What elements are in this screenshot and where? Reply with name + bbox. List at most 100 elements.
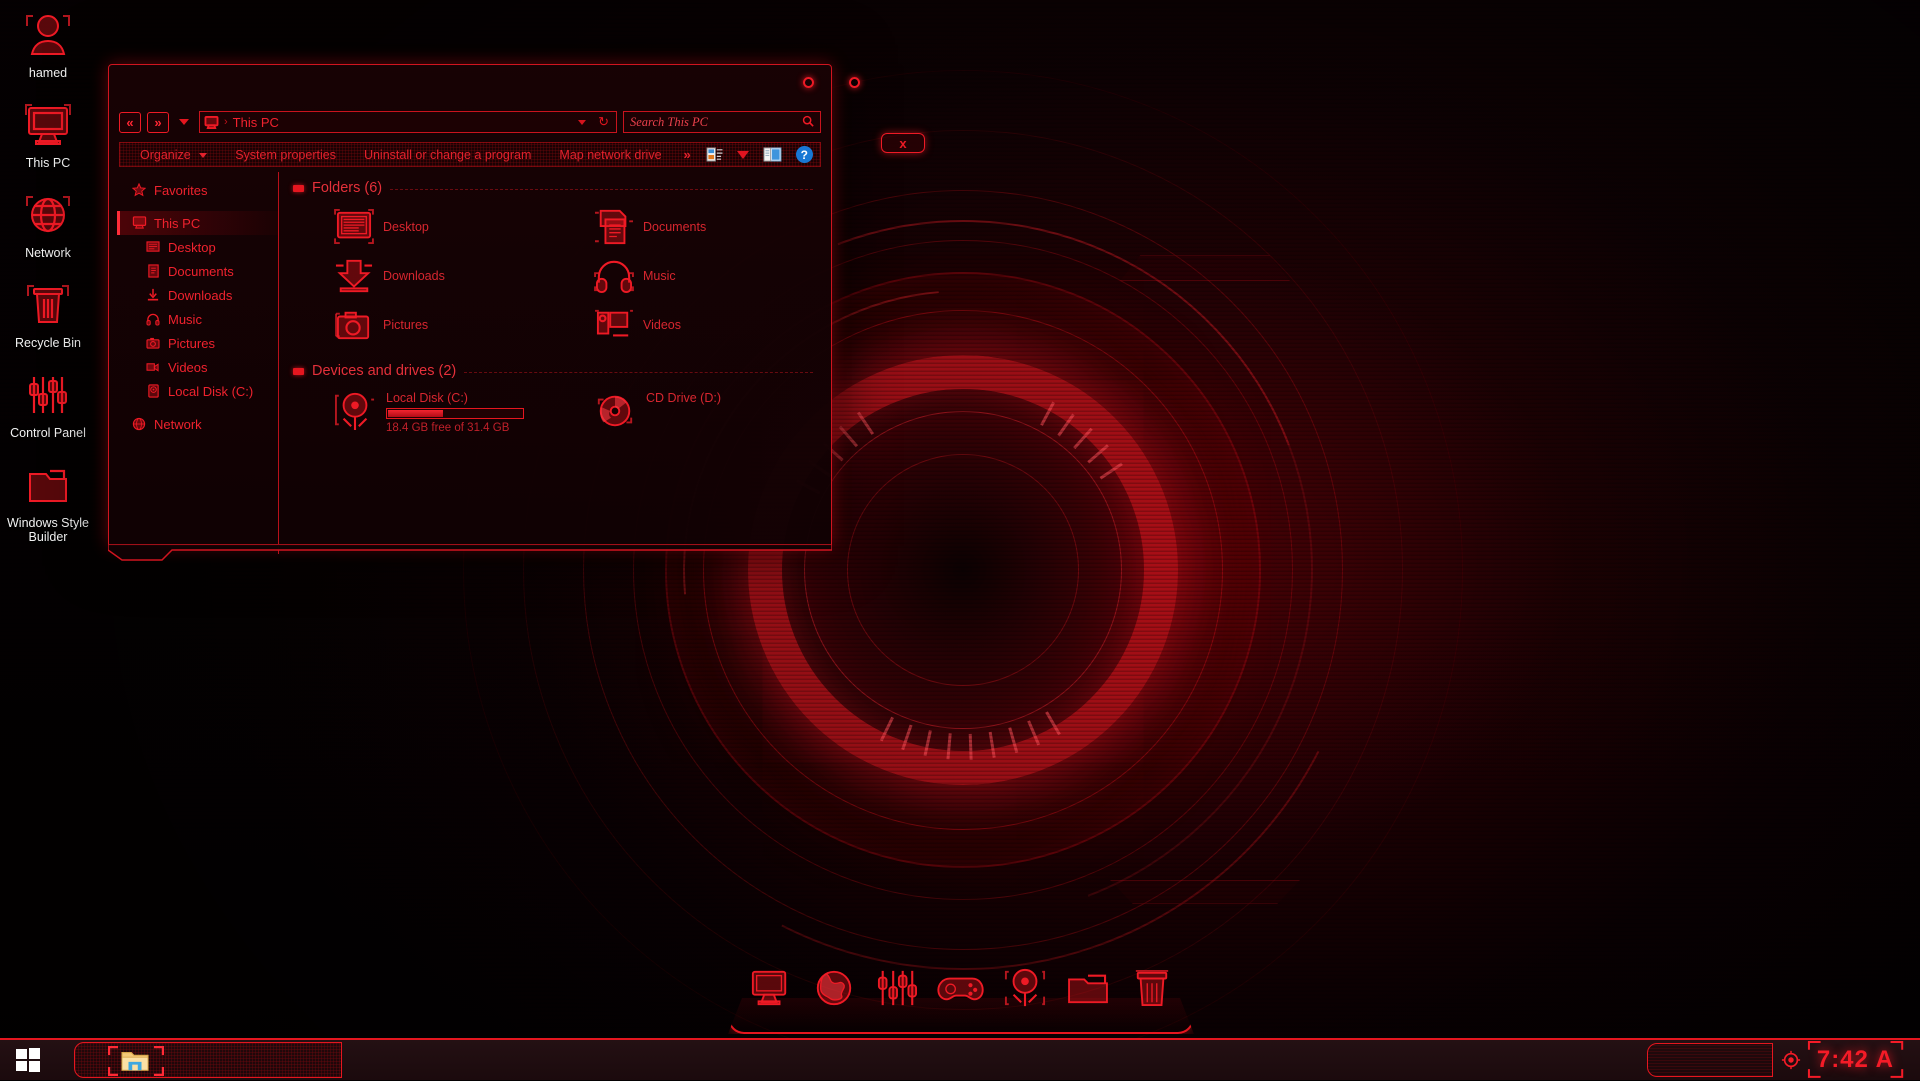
view-options-icon[interactable]	[699, 147, 730, 162]
folder-tile-label: Downloads	[383, 269, 445, 283]
window-titlebar[interactable]	[109, 65, 831, 103]
desktop-icon-label: hamed	[0, 66, 96, 80]
folder-tile-pictures[interactable]: Pictures	[293, 300, 553, 349]
folders-group-title: Folders (6)	[312, 180, 382, 196]
sidebar-item-network[interactable]: Network	[117, 412, 278, 436]
pictures-icon	[145, 337, 161, 349]
recent-locations-caret-icon[interactable]	[179, 119, 189, 125]
devices-group-header: Devices and drives (2)	[293, 363, 813, 379]
dock-item-folder[interactable]	[1064, 964, 1112, 1012]
folder-tile-music[interactable]: Music	[553, 251, 813, 300]
address-dropdown-caret-icon[interactable]	[578, 120, 586, 125]
preview-pane-icon[interactable]	[756, 147, 789, 162]
globe-icon	[0, 188, 96, 242]
dock-item-sliders[interactable]	[873, 964, 921, 1012]
harddrive-icon	[333, 389, 377, 433]
start-button[interactable]	[0, 1039, 56, 1081]
taskbar-clock[interactable]: 7:42 A	[1809, 1046, 1902, 1074]
forward-button[interactable]: »	[147, 112, 169, 133]
search-box[interactable]: Search This PC	[623, 111, 821, 133]
desktop-icon-this-pc[interactable]: This PC	[0, 98, 96, 170]
windows-logo-icon	[15, 1047, 41, 1073]
folder-tile-label: Pictures	[383, 318, 428, 332]
dock-item-globe[interactable]	[810, 964, 858, 1012]
map-network-drive-button[interactable]: Map network drive	[545, 148, 675, 162]
folder-tile-downloads[interactable]: Downloads	[293, 251, 553, 300]
sidebar-item-pictures[interactable]: Pictures	[117, 331, 278, 355]
folders-tile-list: Desktop Documents	[293, 202, 813, 349]
address-bar[interactable]: › This PC ↻	[199, 111, 617, 133]
folder-tile-label: Videos	[643, 318, 681, 332]
organize-button[interactable]: Organize	[126, 148, 221, 162]
view-dropdown-caret-icon[interactable]	[730, 151, 756, 159]
desktop-icon-network[interactable]: Network	[0, 188, 96, 260]
sidebar-item-this-pc[interactable]: This PC	[117, 211, 278, 235]
back-button[interactable]: «	[119, 112, 141, 133]
organize-label: Organize	[140, 148, 191, 162]
desktop-icon-control-panel[interactable]: Control Panel	[0, 368, 96, 440]
drive-info: Local Disk (C:) 18.4 GB free of 31.4 GB	[386, 389, 524, 434]
music-icon	[593, 255, 635, 297]
dock-item-harddrive[interactable]	[1001, 964, 1049, 1012]
content-pane: Folders (6) Desktop	[279, 172, 823, 554]
sliders-icon	[0, 368, 96, 422]
group-rule	[464, 372, 813, 373]
taskbar-pinned-items	[74, 1042, 342, 1078]
desktop-icon-recycle-bin[interactable]: Recycle Bin	[0, 278, 96, 350]
sidebar-item-desktop[interactable]: Desktop	[117, 235, 278, 259]
trash-icon	[0, 278, 96, 332]
close-button[interactable]: x	[881, 133, 925, 153]
command-overflow-button[interactable]: »	[676, 147, 699, 162]
folder-tile-label: Music	[643, 269, 676, 283]
clock-bracket	[1807, 1040, 1904, 1079]
dock-item-gamepad[interactable]	[937, 964, 985, 1012]
sidebar-item-music[interactable]: Music	[117, 307, 278, 331]
folder-tile-videos[interactable]: Videos	[553, 300, 813, 349]
navigation-pane: Favorites This PC Desktop	[117, 172, 279, 554]
tray-panel[interactable]	[1647, 1043, 1773, 1077]
desktop-icon-label: Network	[0, 246, 96, 260]
drive-tile-cd-drive-d[interactable]: CD Drive (D:)	[553, 385, 813, 445]
folder-tile-desktop[interactable]: Desktop	[293, 202, 553, 251]
drive-capacity-text: 18.4 GB free of 31.4 GB	[386, 422, 524, 434]
sidebar-item-label: Videos	[168, 360, 208, 375]
uninstall-program-button[interactable]: Uninstall or change a program	[350, 148, 545, 162]
desktop-icon-user[interactable]: hamed	[0, 8, 96, 80]
help-button[interactable]: ?	[789, 146, 820, 163]
sidebar-item-documents[interactable]: Documents	[117, 259, 278, 283]
taskbar: 7:42 A	[0, 1038, 1920, 1080]
minimize-button[interactable]	[797, 73, 819, 91]
taskbar-item-file-explorer[interactable]	[74, 1042, 342, 1078]
sidebar-item-downloads[interactable]: Downloads	[117, 283, 278, 307]
sidebar-item-videos[interactable]: Videos	[117, 355, 278, 379]
devices-collapse-toggle[interactable]	[293, 368, 304, 375]
sidebar-item-favorites[interactable]: Favorites	[117, 178, 278, 202]
user-icon	[0, 8, 96, 62]
folders-collapse-toggle[interactable]	[293, 185, 304, 192]
sidebar-item-label: Music	[168, 312, 202, 327]
dock-item-monitor[interactable]	[746, 964, 794, 1012]
folder-tile-documents[interactable]: Documents	[553, 202, 813, 251]
videos-icon	[593, 304, 635, 346]
window-body: Favorites This PC Desktop	[117, 172, 823, 554]
search-icon	[802, 115, 814, 130]
drive-tile-local-disk-c[interactable]: Local Disk (C:) 18.4 GB free of 31.4 GB	[293, 385, 553, 445]
desktop-dock	[728, 960, 1194, 1034]
maximize-icon	[849, 77, 860, 88]
search-input[interactable]: Search This PC	[630, 115, 802, 130]
selection-bracket	[108, 1046, 164, 1076]
system-properties-button[interactable]: System properties	[221, 148, 350, 162]
refresh-icon[interactable]: ↻	[598, 114, 609, 130]
maximize-button[interactable]	[843, 73, 865, 91]
dock-item-trash[interactable]	[1128, 964, 1176, 1012]
sidebar-item-local-disk-c[interactable]: Local Disk (C:)	[117, 379, 278, 403]
sidebar-item-label: This PC	[154, 216, 200, 231]
clock-area[interactable]: 7:42 A	[1781, 1046, 1910, 1074]
drive-capacity-fill	[388, 410, 443, 417]
command-bar: Organize System properties Uninstall or …	[119, 142, 821, 167]
sidebar-item-label: Local Disk (C:)	[168, 384, 253, 399]
minimize-icon	[803, 77, 814, 88]
desktop-icon-label: This PC	[0, 156, 96, 170]
file-explorer-window[interactable]: x « » › This PC ↻ Search This PC	[108, 64, 832, 546]
desktop-icon-windows-style-builder[interactable]: Windows Style Builder	[0, 458, 96, 544]
